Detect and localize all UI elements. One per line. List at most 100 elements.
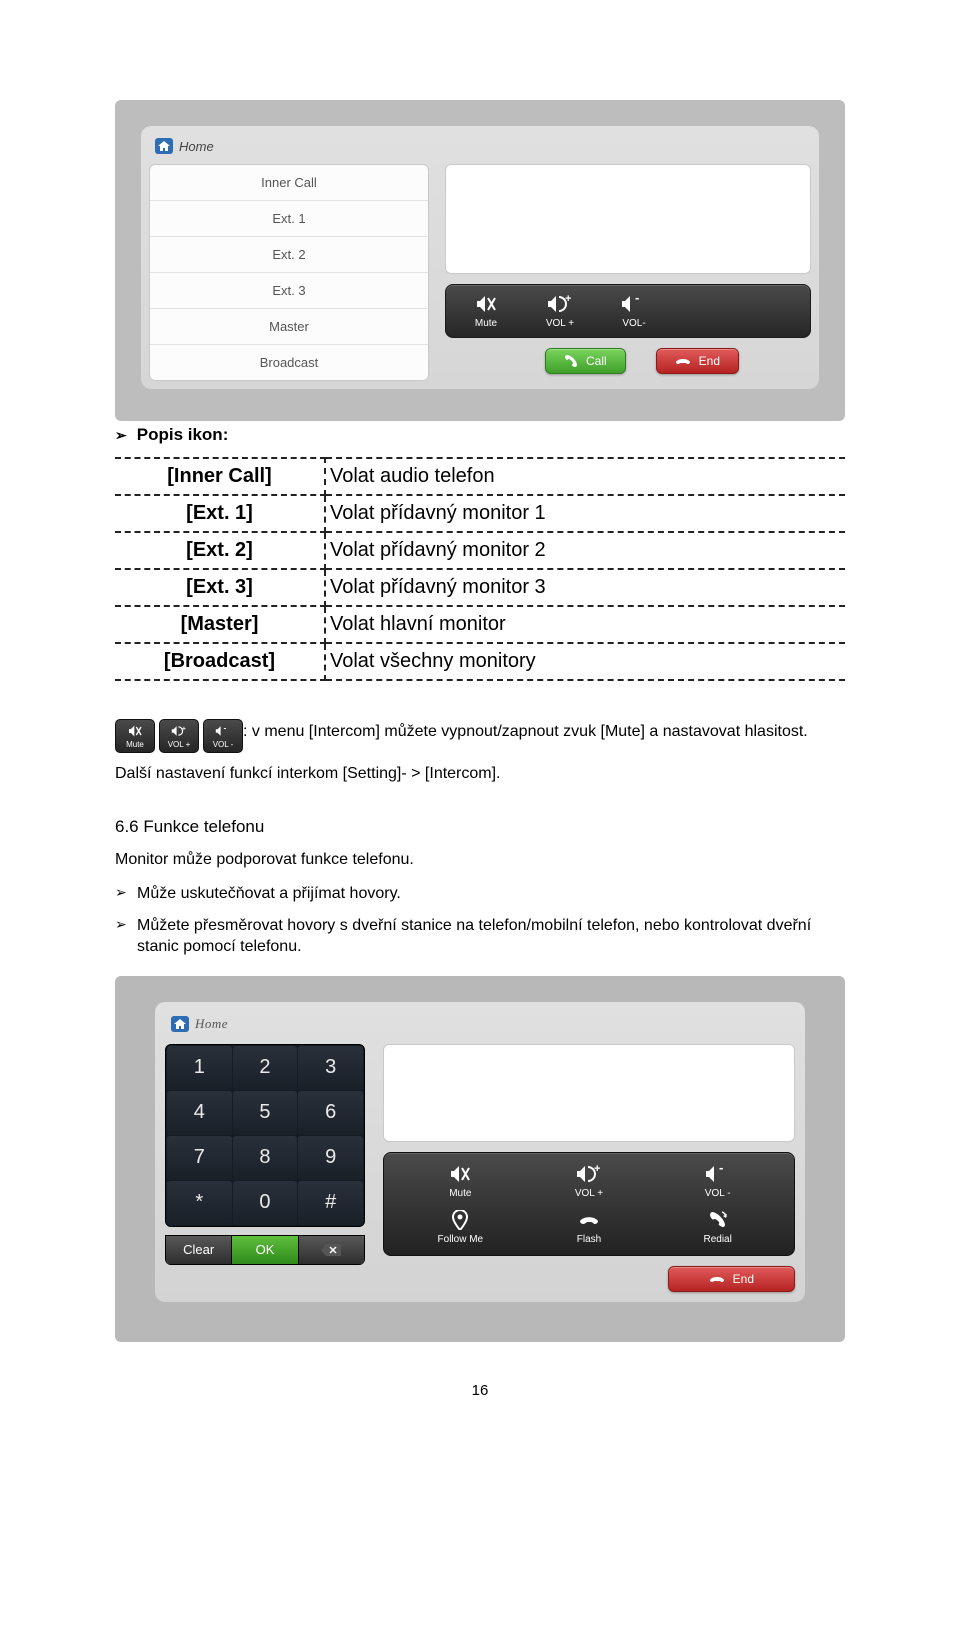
bullet-item: Můžete přesměrovat hovory s dveřní stani… [137, 915, 845, 958]
key-4[interactable]: 4 [167, 1091, 232, 1135]
mute-icon [449, 1163, 471, 1185]
table-val: Volat audio telefon [325, 458, 845, 495]
mute-label: Mute [475, 318, 497, 329]
mini-volm: - VOL - [203, 719, 243, 753]
hangup-icon [709, 1274, 725, 1284]
clear-button[interactable]: Clear [166, 1236, 231, 1264]
table-key: [Ext. 2] [115, 532, 325, 569]
mute-button[interactable]: Mute [396, 1163, 525, 1199]
home-breadcrumb: Home [149, 134, 811, 164]
vol-down-label: VOL- [622, 318, 645, 329]
table-key: [Ext. 1] [115, 495, 325, 532]
home-icon [171, 1016, 189, 1032]
volume-strip-description-2: Další nastavení funkcí interkom [Setting… [115, 765, 845, 783]
list-item[interactable]: Inner Call [150, 165, 428, 201]
key-7[interactable]: 7 [167, 1136, 232, 1180]
speaker-minus-icon: - [705, 1163, 731, 1185]
table-val: Volat přídavný monitor 2 [325, 532, 845, 569]
key-2[interactable]: 2 [233, 1046, 298, 1090]
end-button[interactable]: End [656, 348, 739, 374]
vol-down-button[interactable]: - VOL - [653, 1163, 782, 1199]
speaker-plus-icon: + [170, 723, 188, 739]
table-val: Volat přídavný monitor 3 [325, 569, 845, 606]
ok-button[interactable]: OK [232, 1236, 297, 1264]
intercom-screenshot: Home Inner Call Ext. 1 Ext. 2 Ext. 3 Mas… [141, 126, 819, 389]
key-8[interactable]: 8 [233, 1136, 298, 1180]
speaker-minus-icon: - [214, 723, 232, 739]
intercom-display [445, 164, 811, 274]
end-label: End [699, 354, 720, 368]
key-3[interactable]: 3 [298, 1046, 363, 1090]
key-5[interactable]: 5 [233, 1091, 298, 1135]
follow-me-button[interactable]: Follow Me [396, 1209, 525, 1245]
speaker-minus-icon: - [621, 293, 647, 315]
key-9[interactable]: 9 [298, 1136, 363, 1180]
vol-down-button[interactable]: - VOL- [606, 293, 662, 329]
call-label: Call [586, 354, 607, 368]
list-item[interactable]: Ext. 3 [150, 273, 428, 309]
backspace-button[interactable] [299, 1236, 364, 1264]
redial-button[interactable]: Redial [653, 1209, 782, 1245]
volume-strip-description: : v menu [Intercom] můžete vypnout/zapno… [243, 723, 808, 741]
key-0[interactable]: 0 [233, 1181, 298, 1225]
table-key: [Inner Call] [115, 458, 325, 495]
volume-control-bar: Mute + VOL + - VOL- [445, 284, 811, 338]
call-button[interactable]: Call [545, 348, 626, 374]
location-pin-icon [451, 1209, 469, 1231]
svg-text:-: - [635, 294, 639, 305]
svg-text:-: - [719, 1164, 723, 1175]
mute-button[interactable]: Mute [458, 293, 514, 329]
dial-keypad: 1 2 3 4 5 6 7 8 9 * 0 # [165, 1044, 365, 1227]
phone-icon [564, 354, 578, 368]
list-item[interactable]: Ext. 2 [150, 237, 428, 273]
vol-up-button[interactable]: + VOL + [532, 293, 588, 329]
list-item[interactable]: Master [150, 309, 428, 345]
page-number: 16 [115, 1382, 845, 1399]
table-val: Volat přídavný monitor 1 [325, 495, 845, 532]
intercom-call-list: Inner Call Ext. 1 Ext. 2 Ext. 3 Master B… [149, 164, 429, 381]
vol-up-button[interactable]: + VOL + [525, 1163, 654, 1199]
home-label: Home [195, 1016, 228, 1032]
vol-up-label: VOL + [546, 318, 574, 329]
home-breadcrumb: Home [165, 1012, 795, 1044]
mini-mute: Mute [115, 719, 155, 753]
backspace-icon [321, 1244, 341, 1256]
mute-icon [127, 723, 143, 739]
telephone-screenshot: Home 1 2 3 4 5 6 7 8 9 * 0 [155, 1002, 805, 1302]
feature-bullets: Může uskutečňovat a přijímat hovory. Můž… [115, 883, 845, 958]
svg-text:+: + [182, 725, 186, 732]
table-key: [Ext. 3] [115, 569, 325, 606]
mini-volp: + VOL + [159, 719, 199, 753]
svg-text:+: + [594, 1164, 600, 1175]
table-key: [Broadcast] [115, 643, 325, 680]
home-icon [155, 138, 173, 154]
redial-icon [708, 1209, 728, 1231]
table-val: Volat hlavní monitor [325, 606, 845, 643]
icon-description-table: [Inner Call]Volat audio telefon [Ext. 1]… [115, 457, 845, 681]
list-item[interactable]: Ext. 1 [150, 201, 428, 237]
popis-ikon-heading: ➢ Popis ikon: [115, 425, 845, 445]
mini-volume-strip: Mute + VOL + - VOL - [115, 719, 243, 753]
key-star[interactable]: * [167, 1181, 232, 1225]
svg-text:-: - [224, 725, 227, 732]
key-hash[interactable]: # [298, 1181, 363, 1225]
telephone-screenshot-frame: Home 1 2 3 4 5 6 7 8 9 * 0 [115, 976, 845, 1342]
key-6[interactable]: 6 [298, 1091, 363, 1135]
table-key: [Master] [115, 606, 325, 643]
svg-text:+: + [565, 294, 571, 305]
speaker-plus-icon: + [576, 1163, 602, 1185]
home-label: Home [179, 139, 214, 154]
mute-icon [475, 293, 497, 315]
end-label: End [733, 1272, 754, 1286]
intercom-screenshot-frame: Home Inner Call Ext. 1 Ext. 2 Ext. 3 Mas… [115, 100, 845, 421]
phone-control-grid: Mute + VOL + - VOL - Follow Me [383, 1152, 795, 1256]
key-1[interactable]: 1 [167, 1046, 232, 1090]
flash-button[interactable]: Flash [525, 1209, 654, 1245]
phone-display [383, 1044, 795, 1142]
section-6-6-title: 6.6 Funkce telefonu [115, 817, 845, 837]
list-item[interactable]: Broadcast [150, 345, 428, 380]
speaker-plus-icon: + [547, 293, 573, 315]
end-button[interactable]: End [668, 1266, 795, 1292]
table-val: Volat všechny monitory [325, 643, 845, 680]
bullet-item: Může uskutečňovat a přijímat hovory. [137, 883, 845, 905]
